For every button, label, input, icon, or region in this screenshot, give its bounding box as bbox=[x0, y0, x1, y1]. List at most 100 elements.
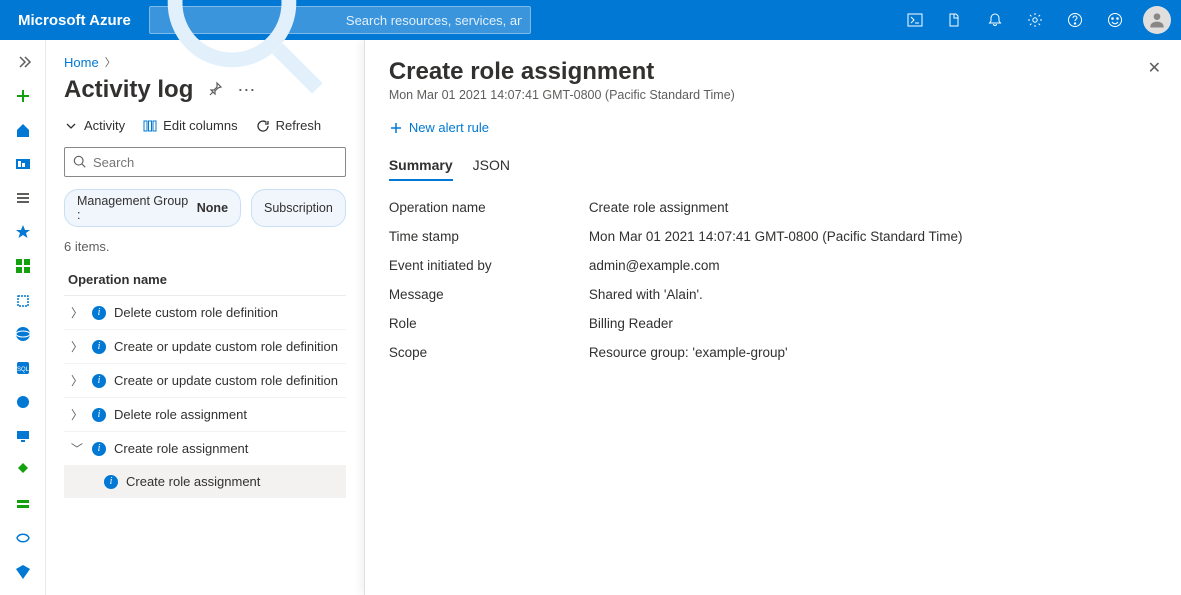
chevron-right-icon: 〉 bbox=[70, 406, 84, 423]
rail-resource-groups-button[interactable] bbox=[4, 284, 42, 316]
list-row[interactable]: 〉 i Delete custom role definition bbox=[64, 296, 346, 330]
chevron-down-icon: 〉 bbox=[69, 442, 86, 456]
kv-key: Role bbox=[389, 316, 589, 331]
rail-dashboard-button[interactable] bbox=[4, 148, 42, 180]
search-icon bbox=[73, 155, 87, 169]
rail-app-services-button[interactable] bbox=[4, 318, 42, 350]
breadcrumb: Home 〉 bbox=[64, 54, 346, 70]
notifications-button[interactable] bbox=[975, 0, 1015, 40]
kv-key: Event initiated by bbox=[389, 258, 589, 273]
rail-all-resources-button[interactable] bbox=[4, 250, 42, 282]
left-nav-rail: SQL bbox=[0, 40, 46, 595]
refresh-button[interactable]: Refresh bbox=[256, 118, 322, 133]
list-header-opname: Operation name bbox=[64, 264, 346, 296]
settings-button[interactable] bbox=[1015, 0, 1055, 40]
edit-columns-label: Edit columns bbox=[163, 118, 237, 133]
info-icon: i bbox=[92, 340, 106, 354]
account-avatar[interactable] bbox=[1143, 6, 1171, 34]
info-icon: i bbox=[92, 408, 106, 422]
info-icon: i bbox=[92, 306, 106, 320]
rail-storage-button[interactable] bbox=[4, 488, 42, 520]
list-row-label: Create role assignment bbox=[114, 441, 248, 456]
new-alert-rule-button[interactable]: New alert rule bbox=[389, 120, 1157, 135]
more-button[interactable]: ⋯ bbox=[237, 80, 257, 101]
filter-management-group[interactable]: Management Group : None bbox=[64, 189, 241, 227]
new-alert-rule-label: New alert rule bbox=[409, 120, 489, 135]
feedback-button[interactable] bbox=[1095, 0, 1135, 40]
tab-json[interactable]: JSON bbox=[473, 151, 510, 181]
kv-value: Resource group: 'example-group' bbox=[589, 345, 788, 360]
rail-vm-button[interactable] bbox=[4, 420, 42, 452]
list-row-child[interactable]: i Create role assignment bbox=[64, 466, 346, 498]
filter-mg-label: Management Group : bbox=[77, 194, 193, 222]
list-row-label: Delete custom role definition bbox=[114, 305, 278, 320]
items-count: 6 items. bbox=[64, 239, 346, 254]
list-row-label: Create or update custom role definition bbox=[114, 373, 338, 388]
help-button[interactable] bbox=[1055, 0, 1095, 40]
global-search-input[interactable] bbox=[346, 13, 522, 28]
kv-value: Create role assignment bbox=[589, 200, 729, 215]
rail-expand-button[interactable] bbox=[4, 46, 42, 78]
info-icon: i bbox=[92, 374, 106, 388]
rail-sql-button[interactable]: SQL bbox=[4, 352, 42, 384]
list-row[interactable]: 〉 i Create or update custom role definit… bbox=[64, 364, 346, 398]
top-header: Microsoft Azure bbox=[0, 0, 1181, 40]
pin-button[interactable] bbox=[207, 81, 223, 100]
info-icon: i bbox=[92, 442, 106, 456]
activity-dropdown[interactable]: Activity bbox=[64, 118, 125, 133]
filter-subs-label: Subscription bbox=[264, 201, 333, 215]
edit-columns-button[interactable]: Edit columns bbox=[143, 118, 237, 133]
info-icon: i bbox=[104, 475, 118, 489]
activity-search-input[interactable] bbox=[93, 155, 337, 170]
directories-button[interactable] bbox=[935, 0, 975, 40]
kv-value: Mon Mar 01 2021 14:07:41 GMT-0800 (Pacif… bbox=[589, 229, 963, 244]
kv-key: Scope bbox=[389, 345, 589, 360]
breadcrumb-home[interactable]: Home bbox=[64, 55, 99, 70]
brand-label: Microsoft Azure bbox=[0, 12, 149, 29]
list-row-label: Delete role assignment bbox=[114, 407, 247, 422]
tab-summary[interactable]: Summary bbox=[389, 151, 453, 181]
activity-dropdown-label: Activity bbox=[84, 118, 125, 133]
kv-key: Message bbox=[389, 287, 589, 302]
rail-vnet-button[interactable] bbox=[4, 522, 42, 554]
global-search[interactable] bbox=[149, 6, 531, 34]
kv-value: admin@example.com bbox=[589, 258, 720, 273]
kv-value: Billing Reader bbox=[589, 316, 673, 331]
filter-mg-value: None bbox=[197, 201, 228, 215]
rail-favorites-button[interactable] bbox=[4, 216, 42, 248]
cloud-shell-button[interactable] bbox=[895, 0, 935, 40]
chevron-right-icon: 〉 bbox=[70, 338, 84, 355]
rail-home-button[interactable] bbox=[4, 114, 42, 146]
detail-title: Create role assignment bbox=[389, 58, 1157, 86]
filter-subscription[interactable]: Subscription bbox=[251, 189, 346, 227]
kv-key: Time stamp bbox=[389, 229, 589, 244]
plus-icon bbox=[389, 121, 403, 135]
activity-search[interactable] bbox=[64, 147, 346, 177]
list-row-label: Create or update custom role definition bbox=[114, 339, 338, 354]
list-row[interactable]: 〉 i Delete role assignment bbox=[64, 398, 346, 432]
rail-create-button[interactable] bbox=[4, 80, 42, 112]
kv-value: Shared with 'Alain'. bbox=[589, 287, 703, 302]
page-title: Activity log bbox=[64, 76, 193, 104]
rail-cosmos-button[interactable] bbox=[4, 386, 42, 418]
list-row[interactable]: 〉 i Create role assignment bbox=[64, 432, 346, 466]
rail-load-balancers-button[interactable] bbox=[4, 454, 42, 486]
detail-panel: ✕ Create role assignment Mon Mar 01 2021… bbox=[364, 40, 1181, 595]
svg-text:SQL: SQL bbox=[16, 367, 29, 373]
chevron-right-icon: 〉 bbox=[70, 304, 84, 321]
list-row[interactable]: 〉 i Create or update custom role definit… bbox=[64, 330, 346, 364]
activity-toolbar: Activity Edit columns Refresh bbox=[64, 118, 346, 133]
detail-tabs: Summary JSON bbox=[389, 151, 1157, 182]
close-button[interactable]: ✕ bbox=[1148, 58, 1161, 78]
rail-all-services-button[interactable] bbox=[4, 182, 42, 214]
kv-key: Operation name bbox=[389, 200, 589, 215]
activity-log-pane: Home 〉 Activity log ⋯ Activity Edit colu… bbox=[46, 40, 364, 595]
rail-aad-button[interactable] bbox=[4, 556, 42, 588]
operation-list: 〉 i Delete custom role definition 〉 i Cr… bbox=[64, 296, 346, 498]
detail-subtitle: Mon Mar 01 2021 14:07:41 GMT-0800 (Pacif… bbox=[389, 88, 1157, 102]
chevron-right-icon: 〉 bbox=[70, 372, 84, 389]
top-toolbar bbox=[895, 0, 1181, 40]
list-row-label: Create role assignment bbox=[126, 474, 260, 489]
chevron-right-icon: 〉 bbox=[105, 54, 116, 70]
refresh-label: Refresh bbox=[276, 118, 322, 133]
